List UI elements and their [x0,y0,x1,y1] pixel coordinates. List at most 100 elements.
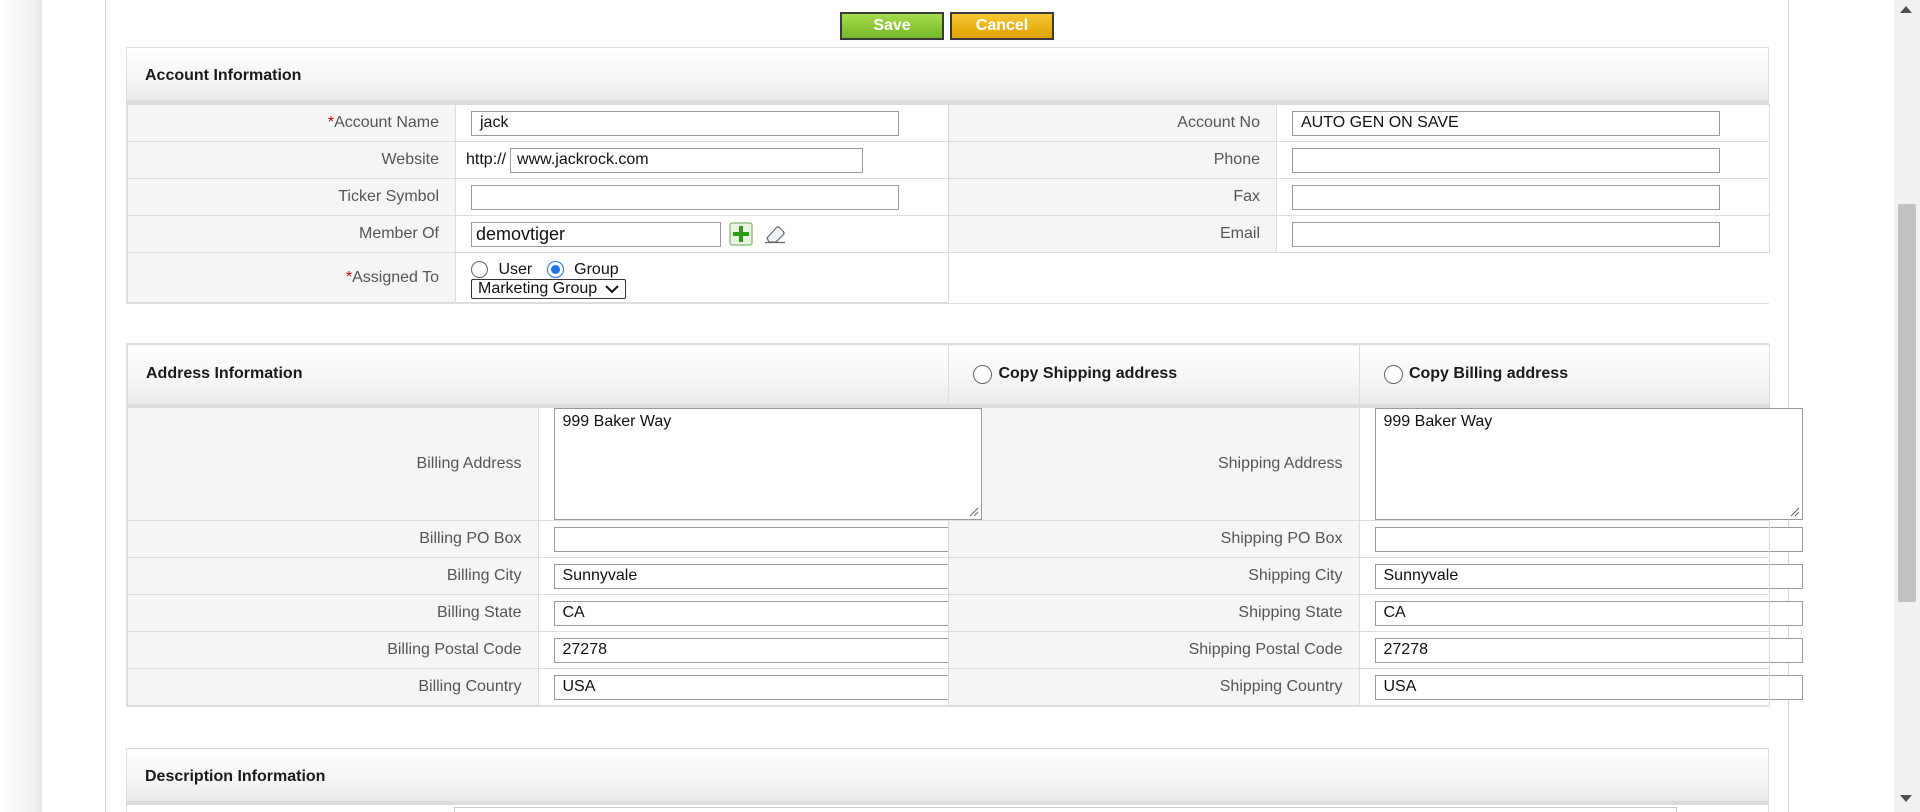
shipping-state-input[interactable]: CA [1374,600,1803,626]
shipping-address-label: Shipping Address [948,405,1360,521]
member-of-input[interactable]: demovtiger [471,221,721,247]
assigned-to-label: *Assigned To [127,252,456,303]
content-left-border [105,0,106,812]
account-information-section: Account Information *Account Name jack A… [126,47,1770,304]
copy-shipping-radio[interactable] [973,364,992,384]
account-form-table: *Account Name jack Account No AUTO GEN O… [127,104,1770,303]
phone-input[interactable] [1292,147,1720,173]
billing-country-cell: USA [537,668,982,706]
shipping-city-input[interactable]: Sunnyvale [1374,563,1803,589]
billing-postal-code-input[interactable]: 27278 [553,637,982,663]
billing-postal-code-label: Billing Postal Code [127,631,539,669]
shipping-postal-code-input[interactable]: 27278 [1374,637,1803,663]
email-cell [1276,215,1770,253]
billing-state-label: Billing State [127,594,539,632]
scroll-down-arrow-icon[interactable] [1900,795,1912,802]
shipping-address-textarea[interactable]: 999 Baker Way [1374,407,1803,520]
address-information-header: Address Information [127,344,949,408]
ticker-symbol-label: Ticker Symbol [127,178,456,216]
cancel-button[interactable]: Cancel [950,12,1054,40]
fax-label: Fax [948,178,1277,216]
copy-shipping-label: Copy Shipping address [998,365,1178,383]
ticker-symbol-input[interactable] [471,184,899,210]
account-no-input[interactable]: AUTO GEN ON SAVE [1292,110,1720,136]
website-prefix: http:// [466,151,507,168]
assigned-group-label: Group [574,260,619,278]
billing-state-cell: CA [537,594,982,632]
billing-state-input[interactable]: CA [553,600,982,626]
scrollbar-thumb[interactable] [1898,204,1916,602]
assigned-user-radio[interactable] [471,260,488,278]
shipping-po-box-label: Shipping PO Box [948,520,1360,558]
assigned-group-radio[interactable] [546,260,564,278]
billing-po-box-label: Billing PO Box [127,520,539,558]
group-select[interactable]: Marketing Group [471,278,627,299]
description-information-section: Description Information [126,748,1769,812]
shipping-state-cell: CA [1358,594,1803,632]
billing-city-input[interactable]: Sunnyvale [553,563,982,589]
shipping-address-cell: 999 Baker Way [1358,405,1803,521]
website-label: Website [127,141,456,179]
shipping-postal-code-cell: 27278 [1358,631,1803,669]
form-row: Billing PO Box Shipping PO Box [127,520,1803,558]
save-button[interactable]: Save [840,12,944,40]
form-row: Member Of demovtiger Email [127,215,1770,253]
phone-label: Phone [948,141,1277,179]
add-plus-icon[interactable] [729,222,753,246]
resize-handle-icon[interactable] [1790,507,1800,517]
form-row: Billing Postal Code 27278 Shipping Posta… [127,631,1803,669]
billing-address-label: Billing Address [127,405,539,521]
address-header-row: Address Information Copy Shipping addres… [127,344,1770,408]
form-row: Billing City Sunnyvale Shipping City Sun… [127,557,1803,595]
shipping-city-label: Shipping City [948,557,1360,595]
form-row: Billing Address 999 Baker Way Shipping A… [127,405,1803,521]
left-margin-shade [0,0,42,812]
address-information-section: Address Information Copy Shipping addres… [126,343,1803,707]
billing-po-box-input[interactable] [553,526,982,552]
ticker-symbol-cell [455,178,949,216]
assigned-to-cell: User Group Marketing Group [455,252,949,303]
shipping-postal-code-label: Shipping Postal Code [948,631,1360,669]
shipping-address-text: 999 Baker Way [1383,412,1493,430]
fax-cell [1276,178,1770,216]
website-input[interactable]: www.jackrock.com [510,147,864,173]
billing-address-textarea[interactable]: 999 Baker Way [553,407,982,520]
label-text: Assigned To [352,268,439,286]
form-row: Website http://www.jackrock.com Phone [127,141,1770,179]
member-of-label: Member Of [127,215,456,253]
description-information-header: Description Information [127,749,1768,805]
billing-country-input[interactable]: USA [553,674,982,700]
form-row: *Assigned To User Group Marketing Group [127,252,1770,303]
account-no-label: Account No [948,104,1277,142]
shipping-city-cell: Sunnyvale [1358,557,1803,595]
resize-handle-icon[interactable] [969,507,979,517]
page: Save Cancel Account Information *Account… [0,0,1920,812]
website-cell: http://www.jackrock.com [455,141,949,179]
scroll-up-arrow-icon[interactable] [1900,6,1912,13]
eraser-clear-icon[interactable] [763,224,787,244]
copy-billing-radio[interactable] [1383,364,1403,384]
shipping-po-box-input[interactable] [1374,526,1803,552]
assigned-user-label: User [498,260,533,278]
section-title: Address Information [146,365,303,383]
billing-address-text: 999 Baker Way [562,412,672,430]
account-name-cell: jack [455,104,949,142]
email-input[interactable] [1292,221,1720,247]
description-textarea[interactable] [454,807,1677,812]
billing-postal-code-cell: 27278 [537,631,982,669]
section-title: Description Information [145,768,326,785]
account-name-input[interactable]: jack [471,110,899,136]
billing-city-cell: Sunnyvale [537,557,982,595]
shipping-country-label: Shipping Country [948,668,1360,706]
chevron-down-icon [605,284,619,294]
section-title: Account Information [145,67,302,84]
shipping-country-input[interactable]: USA [1374,674,1803,700]
billing-city-label: Billing City [127,557,539,595]
shipping-country-cell: USA [1358,668,1803,706]
form-row: *Account Name jack Account No AUTO GEN O… [127,104,1770,142]
copy-shipping-cell: Copy Shipping address [948,344,1360,408]
phone-cell [1276,141,1770,179]
shipping-state-label: Shipping State [948,594,1360,632]
fax-input[interactable] [1292,184,1720,210]
account-no-cell: AUTO GEN ON SAVE [1276,104,1770,142]
